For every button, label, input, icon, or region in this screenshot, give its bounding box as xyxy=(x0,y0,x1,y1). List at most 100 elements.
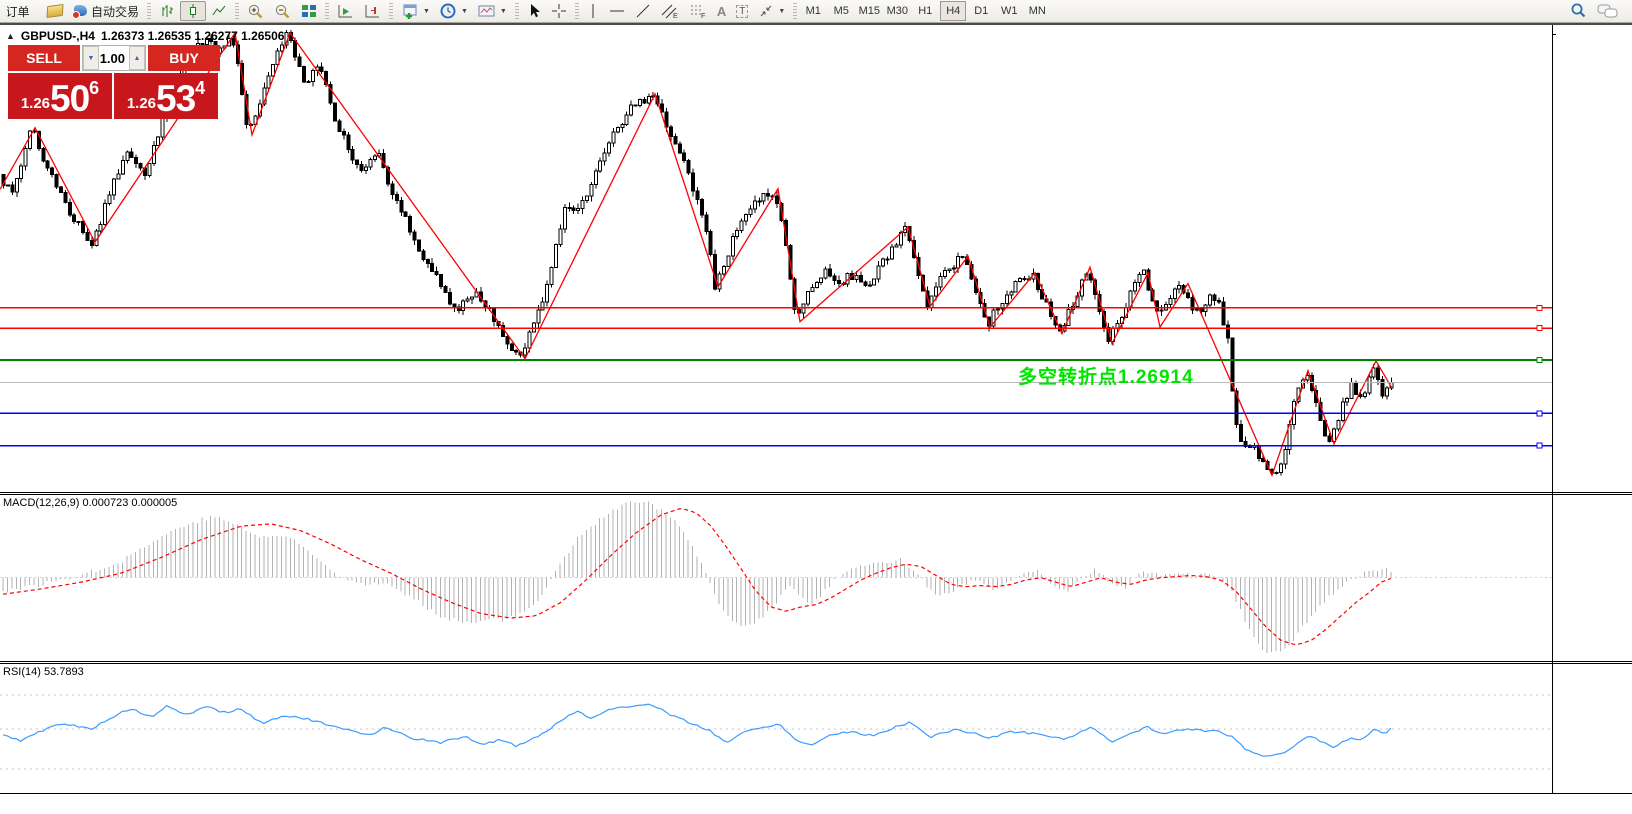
candle-body xyxy=(90,240,93,245)
candle-body xyxy=(1350,383,1353,399)
candle-body xyxy=(99,224,102,231)
trendline-button[interactable] xyxy=(630,1,656,21)
new-order-label: 订单 xyxy=(7,3,30,20)
auto-scroll-icon xyxy=(337,3,354,19)
profiles-button[interactable]: ▼ xyxy=(435,1,473,21)
rsi-indicator-label: RSI(14) 53.7893 xyxy=(3,666,84,678)
collapse-one-click-icon[interactable]: ▲ xyxy=(6,31,15,41)
auto-trading-button[interactable]: 自动交易 xyxy=(68,1,144,21)
search-button[interactable] xyxy=(1564,1,1592,21)
buy-price-big: 53 xyxy=(156,80,195,117)
candle-body xyxy=(515,350,518,352)
auto-trading-icon xyxy=(73,5,88,18)
candle-body xyxy=(11,185,14,192)
volume-increase-button[interactable]: ▲ xyxy=(129,46,145,70)
auto-scroll-button[interactable] xyxy=(332,1,359,21)
candle-body xyxy=(692,173,695,191)
horizontal-line-button[interactable] xyxy=(604,1,630,21)
candle-body xyxy=(1385,388,1388,396)
candle-body xyxy=(82,221,85,232)
crosshair-button[interactable] xyxy=(546,1,572,21)
candle-body xyxy=(417,240,420,251)
chart-ohlc-values: 1.26373 1.26535 1.26277 1.26506 xyxy=(101,29,285,43)
candle-body xyxy=(334,103,337,121)
text-button[interactable]: A xyxy=(712,1,731,21)
fibonacci-icon: F xyxy=(689,3,707,19)
candle-body xyxy=(139,163,142,168)
sell-button[interactable]: SELL xyxy=(8,45,80,71)
candle-body xyxy=(683,153,686,160)
candle-body xyxy=(736,231,739,237)
candle-body xyxy=(1023,278,1026,279)
candle-body xyxy=(440,275,443,287)
level-line-handle xyxy=(1537,443,1542,448)
candle-body xyxy=(868,285,871,286)
dropdown-arrow-icon: ▼ xyxy=(778,8,785,15)
chat-button[interactable] xyxy=(1592,1,1624,21)
timeframe-button-mn[interactable]: MN xyxy=(1024,1,1050,21)
sell-price-button[interactable]: 1.26506 xyxy=(8,73,112,119)
pane-separator[interactable] xyxy=(0,492,1632,495)
cursor-button[interactable] xyxy=(522,1,546,21)
candle-body xyxy=(373,156,376,159)
candle-body xyxy=(700,199,703,215)
timeframe-button-h4[interactable]: H4 xyxy=(940,1,966,21)
timeframe-button-m30[interactable]: M30 xyxy=(884,1,910,21)
buy-price-button[interactable]: 1.26534 xyxy=(114,73,218,119)
macd-indicator-label: MACD(12,26,9) 0.000723 0.000005 xyxy=(3,497,177,509)
candle-body xyxy=(1372,368,1375,377)
candle-body xyxy=(1213,295,1216,300)
candle-body xyxy=(113,179,116,195)
volume-stepper[interactable]: ▼ 1.00 ▲ xyxy=(82,45,146,71)
candle-body xyxy=(431,263,434,271)
new-chart-button[interactable]: ▼ xyxy=(396,1,435,21)
equidistant-channel-button[interactable]: E xyxy=(656,1,684,21)
volume-decrease-button[interactable]: ▼ xyxy=(83,46,99,70)
timeframe-button-m5[interactable]: M5 xyxy=(828,1,854,21)
price-axis[interactable] xyxy=(1552,25,1632,793)
candle-body xyxy=(811,288,814,292)
buy-button[interactable]: BUY xyxy=(148,45,220,71)
candle-body xyxy=(506,336,509,343)
timeframe-button-h1[interactable]: H1 xyxy=(912,1,938,21)
zoom-out-button[interactable] xyxy=(269,1,296,21)
chart-tag-button[interactable] xyxy=(42,1,68,21)
template-icon xyxy=(478,3,496,19)
line-chart-button[interactable] xyxy=(206,1,232,21)
candle-body xyxy=(1218,300,1221,302)
candle-body xyxy=(298,57,301,67)
toolbar-separator xyxy=(325,3,329,19)
tile-windows-button[interactable] xyxy=(296,1,322,21)
candle-body xyxy=(594,171,597,184)
timeframe-button-w1[interactable]: W1 xyxy=(996,1,1022,21)
bar-chart-button[interactable] xyxy=(154,1,180,21)
candle-body xyxy=(577,209,580,211)
candle-body xyxy=(855,275,858,279)
pane-separator[interactable] xyxy=(0,661,1632,664)
vertical-line-button[interactable] xyxy=(582,1,604,21)
volume-value[interactable]: 1.00 xyxy=(99,46,129,70)
price-chart-plot[interactable] xyxy=(0,25,1552,793)
arrows-button[interactable]: ▼ xyxy=(753,1,790,21)
candlestick-button[interactable] xyxy=(180,1,206,21)
candle-body xyxy=(1341,402,1344,421)
chart-shift-button[interactable] xyxy=(359,1,386,21)
candle-body xyxy=(886,259,889,260)
sell-price-big: 50 xyxy=(50,80,89,117)
fibonacci-button[interactable]: F xyxy=(684,1,712,21)
timeframe-button-m15[interactable]: M15 xyxy=(856,1,882,21)
candle-body xyxy=(776,196,779,204)
candle-body xyxy=(961,257,964,258)
zoom-in-button[interactable] xyxy=(242,1,269,21)
candle-body xyxy=(1142,270,1145,274)
timeframe-button-d1[interactable]: D1 xyxy=(968,1,994,21)
candle-body xyxy=(311,70,314,81)
templates-button[interactable]: ▼ xyxy=(473,1,512,21)
text-label-button[interactable]: T xyxy=(731,1,753,21)
new-order-button[interactable]: 订单 xyxy=(2,1,42,21)
candle-body xyxy=(705,215,708,232)
svg-text:E: E xyxy=(673,13,678,19)
candle-body xyxy=(1209,295,1212,305)
candle-body xyxy=(1275,473,1278,474)
timeframe-button-m1[interactable]: M1 xyxy=(800,1,826,21)
